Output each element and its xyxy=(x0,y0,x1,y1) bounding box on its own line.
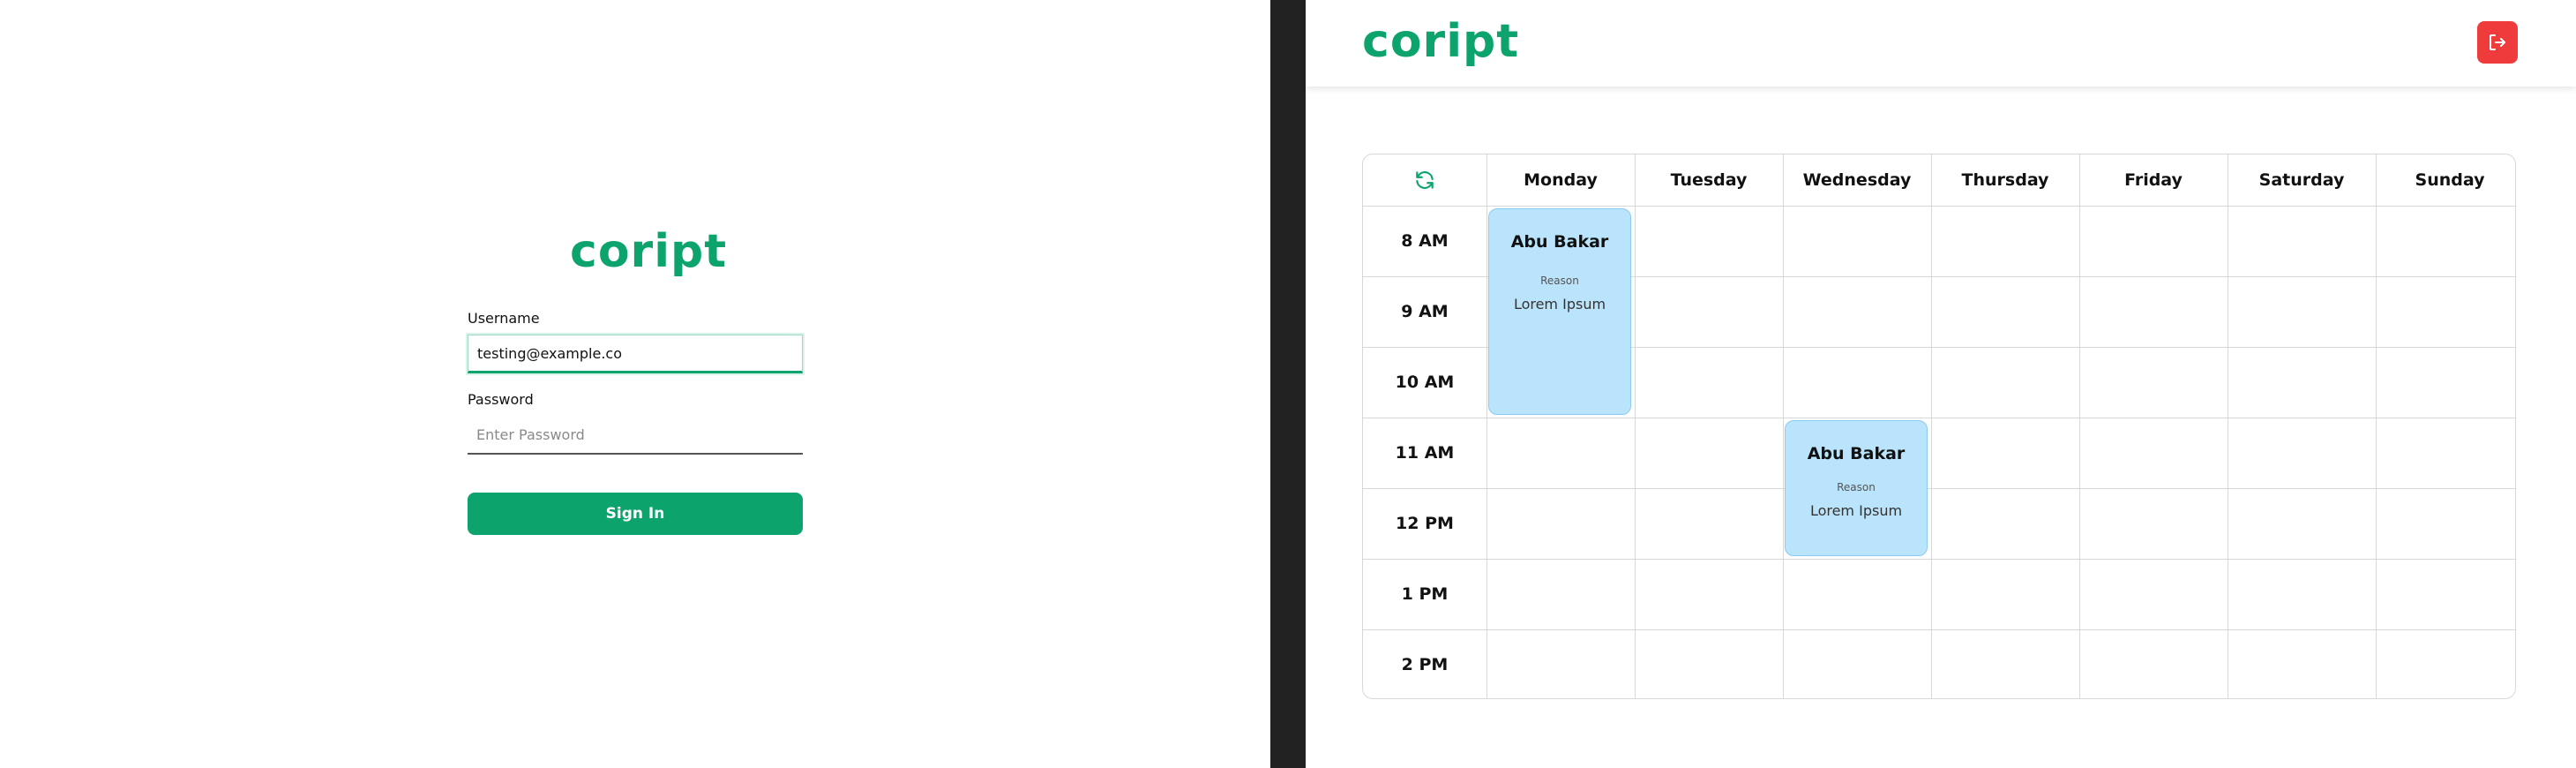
grid-vline xyxy=(1783,154,1784,698)
event-reason: Lorem Ipsum xyxy=(1809,502,1903,519)
appointment-event[interactable]: Abu Bakar Reason Lorem Ipsum xyxy=(1488,208,1631,415)
grid-hline xyxy=(1363,629,2515,630)
username-label: Username xyxy=(468,310,540,327)
grid-vline xyxy=(1635,154,1636,698)
day-header-friday: Friday xyxy=(2124,170,2183,190)
time-label: 2 PM xyxy=(1401,655,1449,674)
event-name: Abu Bakar xyxy=(1807,444,1906,463)
event-reason-label: Reason xyxy=(1540,275,1579,287)
grid-vline xyxy=(1486,154,1487,698)
time-label: 11 AM xyxy=(1395,443,1455,463)
password-label: Password xyxy=(468,391,534,408)
day-header-thursday: Thursday xyxy=(1961,170,2049,190)
header-logo: coript xyxy=(1362,15,1520,68)
day-header-sunday: Sunday xyxy=(2415,170,2485,190)
grid-hline xyxy=(1363,206,2515,207)
sign-in-button[interactable]: Sign In xyxy=(468,493,803,535)
event-reason-label: Reason xyxy=(1837,481,1876,493)
refresh-button[interactable] xyxy=(1363,154,1486,206)
grid-vline xyxy=(2079,154,2080,698)
weekly-calendar: Monday Tuesday Wednesday Thursday Friday Satu… xyxy=(1362,154,2516,699)
logout-icon xyxy=(2490,34,2505,50)
split-divider xyxy=(1270,0,1306,768)
day-header-tuesday: Tuesday xyxy=(1670,170,1748,190)
time-label: 10 AM xyxy=(1395,373,1455,392)
grid-hline xyxy=(1363,488,2515,489)
time-label: 1 PM xyxy=(1401,584,1449,604)
login-logo: coript xyxy=(570,225,728,278)
time-label: 8 AM xyxy=(1401,231,1449,251)
grid-hline xyxy=(1363,559,2515,560)
refresh-icon xyxy=(1416,171,1434,189)
time-label: 12 PM xyxy=(1396,514,1454,533)
time-label: 9 AM xyxy=(1401,302,1449,321)
day-header-wednesday: Wednesday xyxy=(1802,170,1912,190)
day-header-monday: Monday xyxy=(1524,170,1598,190)
logout-button[interactable] xyxy=(2477,21,2518,64)
appointment-event[interactable]: Abu Bakar Reason Lorem Ipsum xyxy=(1785,420,1928,556)
login-panel: coript Username Password Sign In xyxy=(0,0,1270,768)
screen: coript Username Password Sign In coript xyxy=(0,0,2576,768)
calendar-app: coript Monday Tuesday Wednesday Thursday Fri… xyxy=(1306,0,2576,768)
event-reason: Lorem Ipsum xyxy=(1513,296,1606,312)
app-header: coript xyxy=(1306,0,2576,87)
event-name: Abu Bakar xyxy=(1510,232,1609,252)
password-input[interactable] xyxy=(468,416,803,455)
grid-vline xyxy=(1931,154,1932,698)
day-header-saturday: Saturday xyxy=(2258,170,2345,190)
username-input[interactable] xyxy=(468,335,803,373)
grid-vline xyxy=(2376,154,2377,698)
